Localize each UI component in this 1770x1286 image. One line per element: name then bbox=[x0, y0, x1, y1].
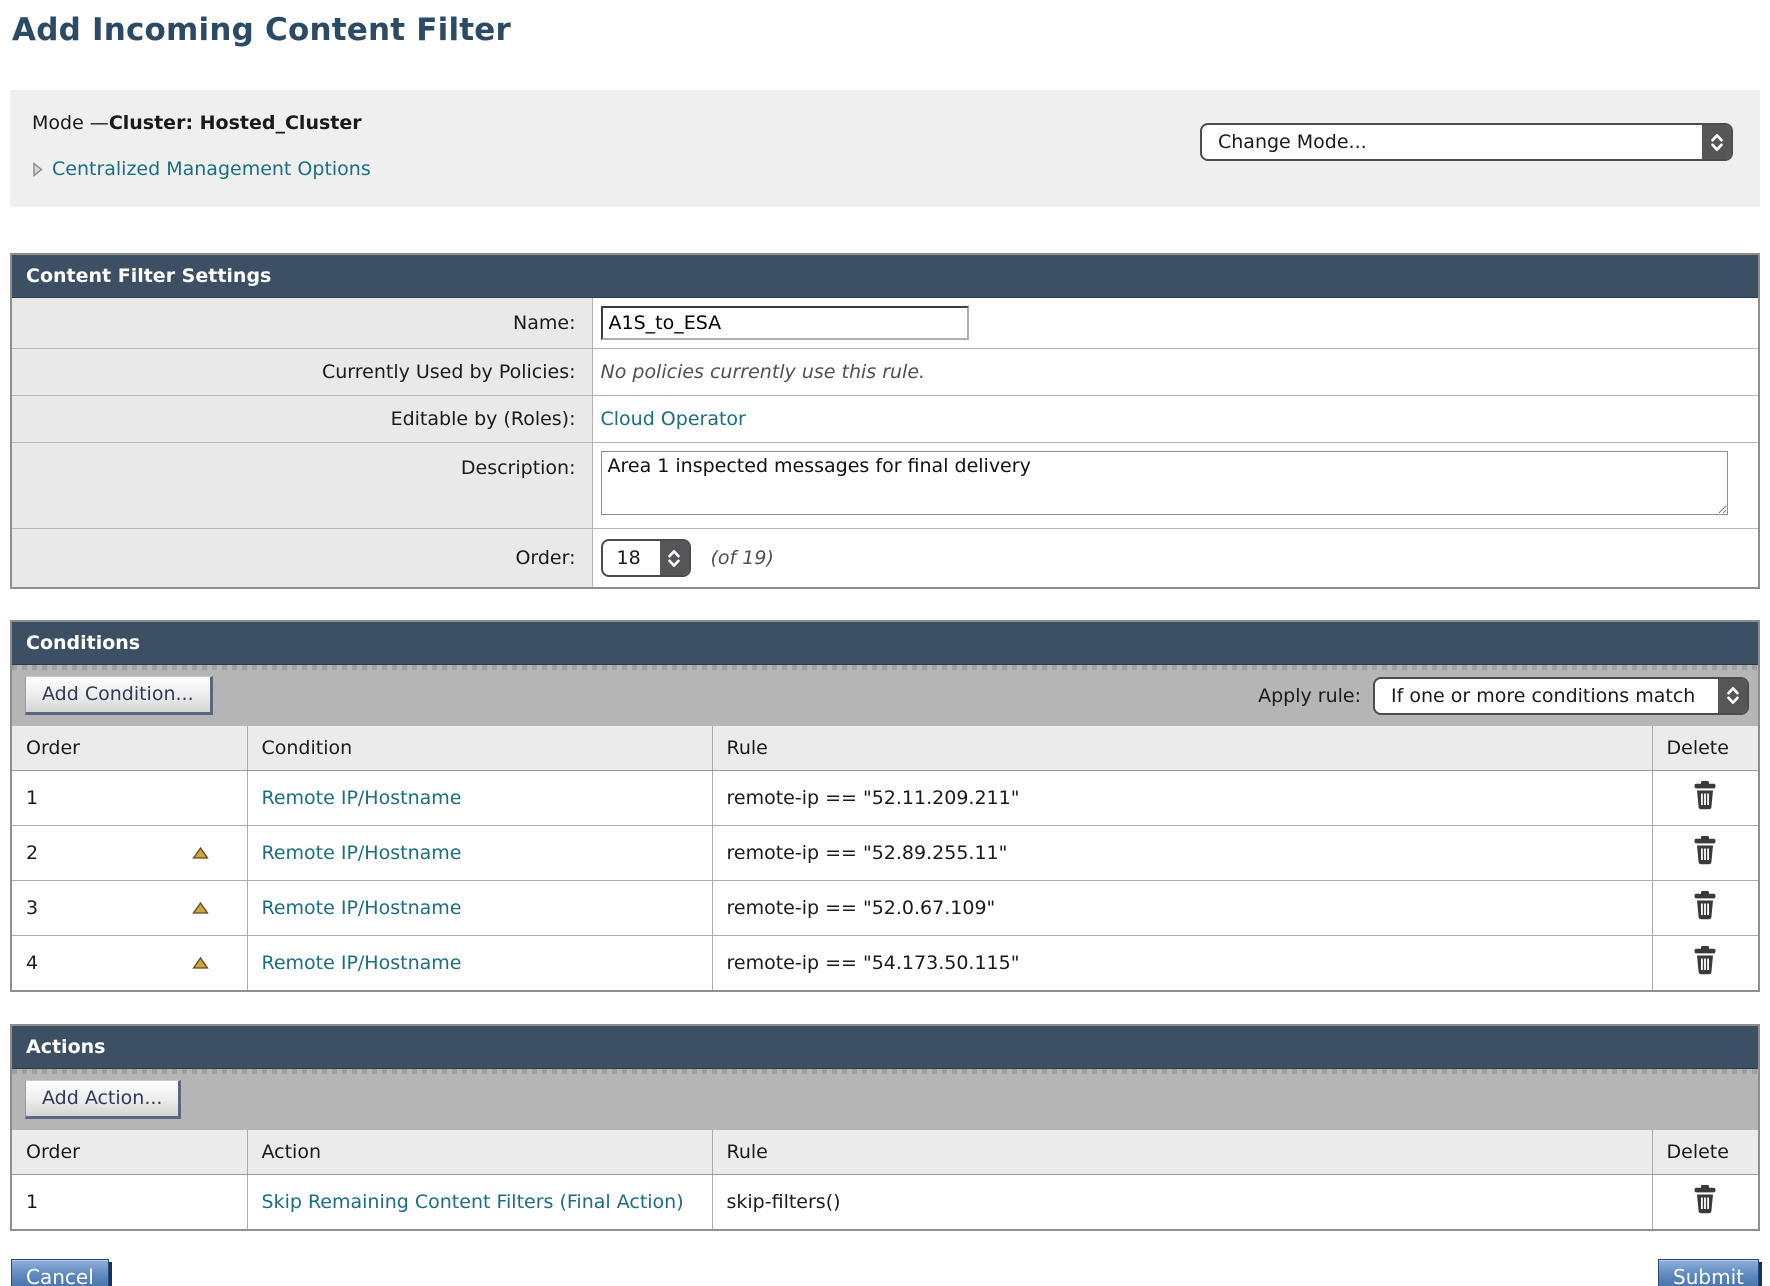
roles-label: Editable by (Roles): bbox=[12, 396, 592, 443]
condition-rule: remote-ip == "52.0.67.109" bbox=[712, 881, 1652, 936]
settings-table: Name: Currently Used by Policies: No pol… bbox=[12, 298, 1758, 587]
delete-trash-icon[interactable] bbox=[1692, 946, 1718, 975]
centralized-management-options-link[interactable]: Centralized Management Options bbox=[52, 158, 371, 180]
action-link[interactable]: Skip Remaining Content Filters (Final Ac… bbox=[262, 1191, 684, 1213]
order-total-note: (of 19) bbox=[711, 547, 774, 569]
expander-triangle-icon[interactable] bbox=[32, 162, 43, 177]
condition-row: 4 Remote IP/Hostname remote-ip == "54.17… bbox=[12, 936, 1758, 991]
submit-button[interactable]: Submit bbox=[1658, 1259, 1759, 1286]
action-order: 1 bbox=[12, 1175, 247, 1230]
page-title: Add Incoming Content Filter bbox=[10, 8, 1760, 48]
condition-link[interactable]: Remote IP/Hostname bbox=[262, 787, 462, 809]
select-spinner-icon[interactable] bbox=[1702, 125, 1731, 159]
policies-value: No policies currently use this rule. bbox=[601, 361, 926, 383]
condition-link[interactable]: Remote IP/Hostname bbox=[262, 897, 462, 919]
delete-trash-icon[interactable] bbox=[1692, 891, 1718, 920]
conditions-col-condition: Condition bbox=[247, 726, 712, 771]
condition-row: 2 Remote IP/Hostname remote-ip == "52.89… bbox=[12, 826, 1758, 881]
cloud-operator-link[interactable]: Cloud Operator bbox=[601, 408, 746, 430]
add-condition-button[interactable]: Add Condition... bbox=[25, 676, 213, 715]
move-up-icon[interactable] bbox=[192, 847, 209, 860]
apply-rule-selected-value: If one or more conditions match bbox=[1375, 679, 1718, 713]
condition-rule: remote-ip == "54.173.50.115" bbox=[712, 936, 1652, 991]
mode-label: Mode — bbox=[32, 112, 109, 134]
actions-header: Actions bbox=[12, 1026, 1758, 1069]
condition-rule: remote-ip == "52.11.209.211" bbox=[712, 771, 1652, 826]
conditions-col-order: Order bbox=[12, 726, 247, 771]
actions-col-action: Action bbox=[247, 1130, 712, 1175]
actions-col-order: Order bbox=[12, 1130, 247, 1175]
select-spinner-icon[interactable] bbox=[1718, 679, 1747, 713]
select-spinner-icon[interactable] bbox=[660, 541, 689, 575]
conditions-toolbar: Add Condition... Apply rule: If one or m… bbox=[12, 665, 1758, 726]
settings-row-name: Name: bbox=[12, 298, 1758, 349]
delete-trash-icon[interactable] bbox=[1692, 1185, 1718, 1214]
actions-table: Order Action Rule Delete 1 Skip Remainin… bbox=[12, 1130, 1758, 1229]
move-up-icon[interactable] bbox=[192, 902, 209, 915]
condition-order: 1 bbox=[12, 771, 247, 826]
conditions-table: Order Condition Rule Delete 1 Remote IP/… bbox=[12, 726, 1758, 990]
conditions-col-rule: Rule bbox=[712, 726, 1652, 771]
settings-row-roles: Editable by (Roles): Cloud Operator bbox=[12, 396, 1758, 443]
condition-rule: remote-ip == "52.89.255.11" bbox=[712, 826, 1652, 881]
cancel-button[interactable]: Cancel bbox=[11, 1259, 109, 1286]
mode-panel: Mode —Cluster: Hosted_Cluster Centralize… bbox=[10, 90, 1760, 207]
footer: Cancel Submit bbox=[10, 1259, 1760, 1286]
conditions-col-delete: Delete bbox=[1652, 726, 1758, 771]
name-input[interactable] bbox=[601, 306, 969, 340]
page: Add Incoming Content Filter Mode —Cluste… bbox=[0, 0, 1770, 1286]
settings-row-policies: Currently Used by Policies: No policies … bbox=[12, 349, 1758, 396]
order-selected-value: 18 bbox=[603, 541, 660, 575]
content-filter-settings-header: Content Filter Settings bbox=[12, 255, 1758, 298]
add-action-button[interactable]: Add Action... bbox=[25, 1080, 181, 1119]
apply-rule-label: Apply rule: bbox=[1258, 685, 1361, 707]
change-mode-select[interactable]: Change Mode... bbox=[1200, 123, 1733, 161]
actions-col-delete: Delete bbox=[1652, 1130, 1758, 1175]
move-up-icon[interactable] bbox=[192, 957, 209, 970]
condition-order: 3 bbox=[26, 897, 38, 919]
condition-order: 4 bbox=[26, 952, 38, 974]
condition-link[interactable]: Remote IP/Hostname bbox=[262, 952, 462, 974]
delete-trash-icon[interactable] bbox=[1692, 781, 1718, 810]
content-filter-settings-panel: Content Filter Settings Name: Currently … bbox=[10, 253, 1760, 589]
settings-row-order: Order: 18 (of 19) bbox=[12, 529, 1758, 588]
actions-panel: Actions Add Action... Order Action Rule … bbox=[10, 1024, 1760, 1231]
actions-toolbar: Add Action... bbox=[12, 1069, 1758, 1130]
order-select[interactable]: 18 bbox=[601, 539, 691, 577]
condition-order: 2 bbox=[26, 842, 38, 864]
policies-label: Currently Used by Policies: bbox=[12, 349, 592, 396]
order-label: Order: bbox=[12, 529, 592, 588]
condition-row: 1 Remote IP/Hostname remote-ip == "52.11… bbox=[12, 771, 1758, 826]
settings-row-description: Description: Area 1 inspected messages f… bbox=[12, 443, 1758, 529]
action-row: 1 Skip Remaining Content Filters (Final … bbox=[12, 1175, 1758, 1230]
action-rule: skip-filters() bbox=[712, 1175, 1652, 1230]
mode-value: Cluster: Hosted_Cluster bbox=[109, 112, 362, 134]
condition-link[interactable]: Remote IP/Hostname bbox=[262, 842, 462, 864]
description-label: Description: bbox=[12, 443, 592, 529]
delete-trash-icon[interactable] bbox=[1692, 836, 1718, 865]
change-mode-selected-value: Change Mode... bbox=[1202, 125, 1702, 159]
conditions-panel: Conditions Add Condition... Apply rule: … bbox=[10, 620, 1760, 992]
description-textarea[interactable]: Area 1 inspected messages for final deli… bbox=[601, 451, 1728, 515]
apply-rule-select[interactable]: If one or more conditions match bbox=[1373, 677, 1749, 715]
actions-col-rule: Rule bbox=[712, 1130, 1652, 1175]
condition-row: 3 Remote IP/Hostname remote-ip == "52.0.… bbox=[12, 881, 1758, 936]
name-label: Name: bbox=[12, 298, 592, 349]
conditions-header: Conditions bbox=[12, 622, 1758, 665]
